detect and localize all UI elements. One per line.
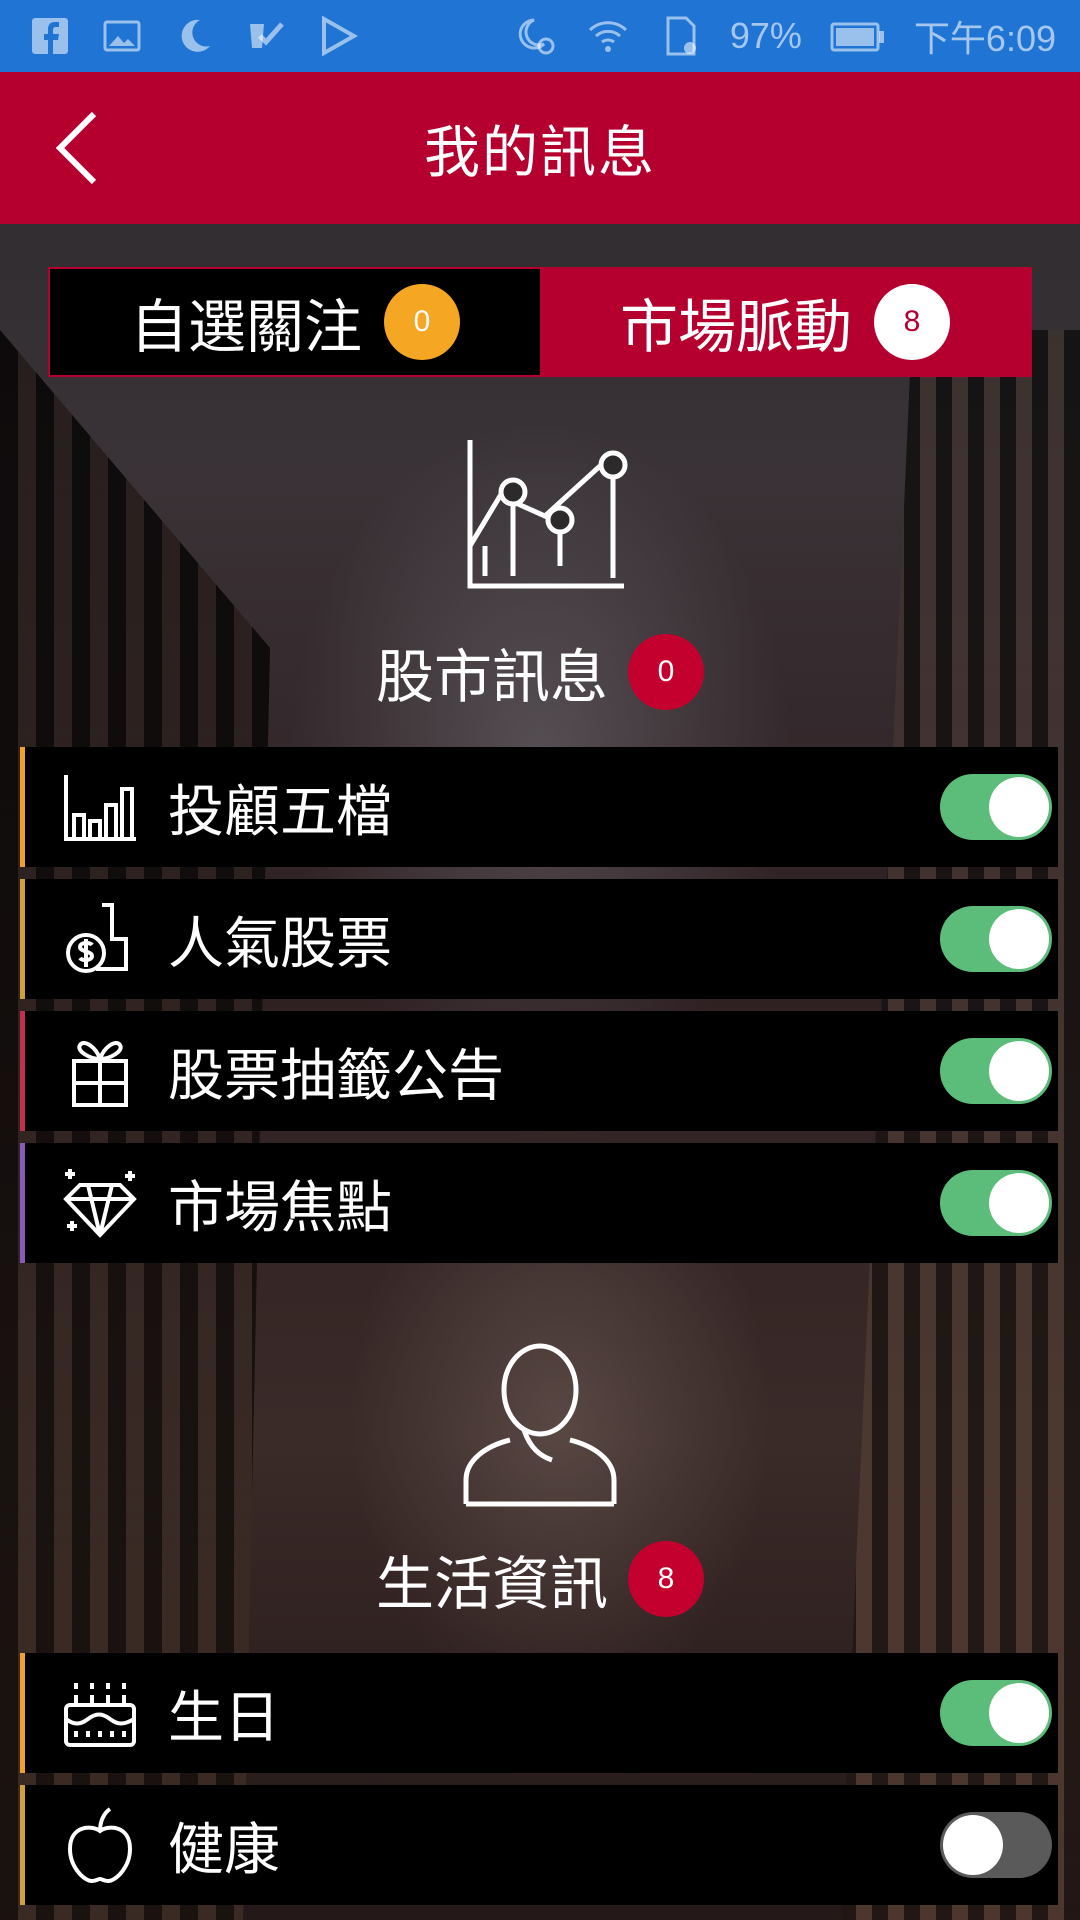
list-item: 股票抽籤公告: [20, 1011, 1058, 1131]
person-icon: [440, 1330, 640, 1510]
toggle-switch[interactable]: [940, 1812, 1052, 1878]
section-title: 股市訊息: [375, 643, 608, 711]
status-bar: 97% 下午6:09: [0, 0, 1080, 72]
list-item: 人氣股票: [20, 879, 1058, 999]
toggle-switch[interactable]: [940, 774, 1052, 840]
image-icon: [100, 14, 144, 58]
task-icon: [244, 14, 288, 58]
night-alarm-icon: [514, 14, 558, 58]
gift-icon: [60, 1031, 140, 1111]
item-label: 生日: [168, 1685, 280, 1751]
count-badge: 0: [628, 634, 704, 710]
wifi-icon: [586, 14, 630, 58]
battery-icon: [830, 14, 886, 58]
money-hand-icon: [60, 899, 140, 979]
clock: 下午6:09: [913, 18, 1056, 59]
tab-market-pulse[interactable]: 市場脈動 8: [540, 269, 1030, 375]
item-label: 健康: [168, 1817, 280, 1883]
toggle-switch[interactable]: [940, 906, 1052, 972]
moon-icon: [172, 14, 216, 58]
back-button[interactable]: [40, 108, 120, 188]
battery-percent: 97%: [729, 15, 802, 56]
toggle-knob: [943, 1815, 1003, 1875]
list-item: 投顧五檔: [20, 747, 1058, 867]
page-title: 我的訊息: [424, 120, 656, 186]
list-item: 市場焦點: [20, 1143, 1058, 1263]
tab-bar: 自選關注 0 市場脈動 8: [48, 267, 1032, 377]
section-title: 生活資訊: [375, 1550, 608, 1618]
apple-icon: [60, 1805, 140, 1885]
bar-chart-icon: [60, 767, 140, 847]
diamond-icon: [60, 1163, 140, 1243]
count-badge: 0: [384, 284, 460, 360]
item-label: 投顧五檔: [168, 779, 392, 845]
toggle-switch[interactable]: [940, 1680, 1052, 1746]
item-label: 市場焦點: [168, 1175, 392, 1241]
sd-card-icon: [658, 14, 702, 58]
item-label: 股票抽籤公告: [168, 1043, 504, 1109]
toggle-knob: [989, 1173, 1049, 1233]
chart-icon: [440, 436, 640, 596]
item-label: 人氣股票: [168, 911, 392, 977]
play-store-icon: [316, 14, 360, 58]
count-badge: 8: [874, 284, 950, 360]
tab-label: 市場脈動: [619, 293, 852, 361]
toggle-switch[interactable]: [940, 1170, 1052, 1236]
list-item: 健康: [20, 1785, 1058, 1905]
toggle-knob: [989, 1683, 1049, 1743]
list-item: 生日: [20, 1653, 1058, 1773]
toggle-knob: [989, 909, 1049, 969]
tab-label: 自選關注: [129, 293, 362, 361]
section-header-life: 生活資訊 8: [0, 1537, 1080, 1621]
cake-icon: [60, 1673, 140, 1753]
section-header-stock: 股市訊息 0: [0, 630, 1080, 714]
facebook-icon: [28, 14, 72, 58]
tab-watchlist[interactable]: 自選關注 0: [50, 269, 540, 375]
app-header: 我的訊息: [0, 72, 1080, 224]
count-badge: 8: [628, 1541, 704, 1617]
toggle-knob: [989, 1041, 1049, 1101]
toggle-switch[interactable]: [940, 1038, 1052, 1104]
chevron-left-icon: [55, 111, 97, 185]
toggle-knob: [989, 777, 1049, 837]
